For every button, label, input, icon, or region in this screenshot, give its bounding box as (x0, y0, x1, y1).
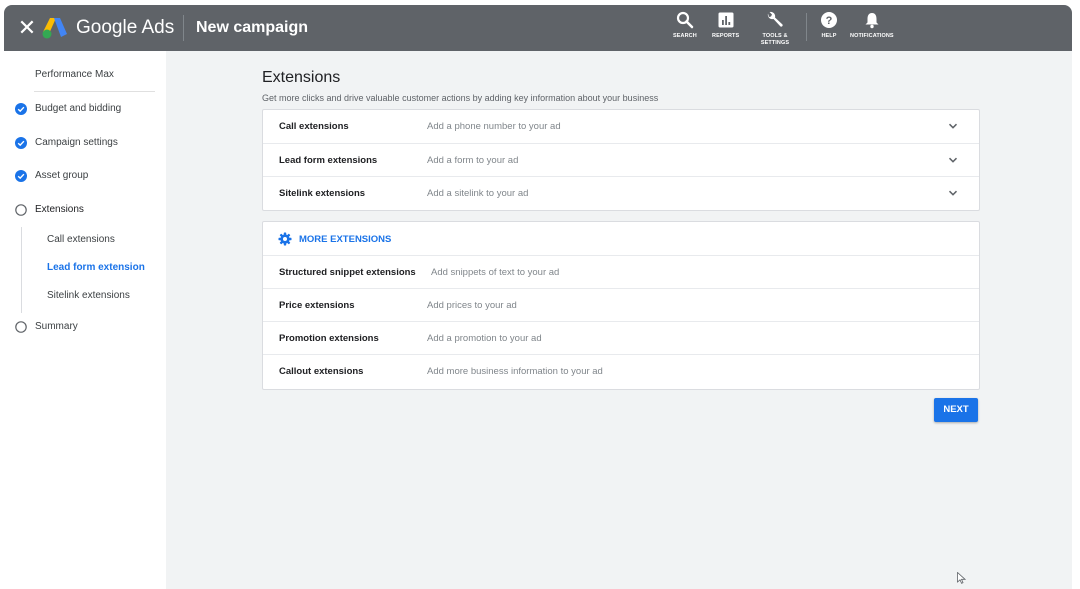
extension-row-price[interactable]: Price extensions Add prices to your ad (263, 288, 979, 322)
extension-desc: Add a promotion to your ad (427, 333, 542, 344)
gear-icon (278, 232, 292, 246)
step-extensions[interactable]: Extensions (4, 198, 166, 222)
extension-row-callout[interactable]: Callout extensions Add more business inf… (263, 354, 979, 388)
bell-icon (865, 13, 879, 29)
extension-desc: Add prices to your ad (427, 300, 517, 311)
section-subtitle: Get more clicks and drive valuable custo… (262, 93, 659, 103)
tools-settings-label: TOOLS & SETTINGS (760, 33, 790, 46)
help-icon: ? (821, 12, 837, 28)
step-asset-group[interactable]: Asset group (4, 164, 166, 188)
check-circle-icon (15, 103, 27, 115)
substep-label: Lead form extension (47, 262, 145, 273)
check-circle-icon (15, 137, 27, 149)
more-extensions-toggle[interactable]: MORE EXTENSIONS (263, 222, 979, 255)
extension-row-call[interactable]: Call extensions Add a phone number to yo… (263, 110, 979, 143)
search-label: SEARCH (673, 33, 697, 39)
extension-desc: Add a phone number to your ad (427, 121, 561, 132)
chevron-down-icon[interactable] (947, 187, 959, 199)
step-label: Campaign settings (35, 137, 118, 148)
step-budget-and-bidding[interactable]: Budget and bidding (4, 97, 166, 121)
substep-lead-form-extension[interactable]: Lead form extension (4, 256, 166, 280)
campaign-type-label: Performance Max (4, 63, 166, 87)
substep-label: Call extensions (47, 234, 115, 245)
step-label: Budget and bidding (35, 103, 122, 114)
page-title: New campaign (196, 19, 309, 36)
sidebar-divider (34, 91, 155, 92)
substep-call-extensions[interactable]: Call extensions (4, 228, 166, 252)
svg-text:?: ? (826, 15, 833, 27)
top-app-bar: ✕ Google Ads New campaign SEARCH REPORTS… (4, 5, 1072, 51)
reports-icon (718, 12, 734, 28)
step-label: Asset group (35, 170, 89, 181)
next-button[interactable]: NEXT (934, 398, 978, 422)
empty-circle-icon (15, 204, 27, 216)
wrench-icon (767, 11, 783, 27)
section-title: Extensions (262, 69, 341, 86)
substep-label: Sitelink extensions (47, 290, 130, 301)
help-label: HELP (821, 33, 837, 39)
more-extensions-card: MORE EXTENSIONS Structured snippet exten… (262, 221, 980, 390)
extensions-card: Call extensions Add a phone number to yo… (262, 109, 980, 211)
chevron-down-icon[interactable] (947, 154, 959, 166)
step-campaign-settings[interactable]: Campaign settings (4, 131, 166, 155)
substep-sitelink-extensions[interactable]: Sitelink extensions (4, 284, 166, 308)
check-circle-icon (15, 170, 27, 182)
reports-label: REPORTS (712, 33, 740, 39)
extension-name: Promotion extensions (279, 333, 379, 344)
extension-desc: Add more business information to your ad (427, 366, 603, 377)
tools-settings-button[interactable]: TOOLS & SETTINGS (759, 11, 791, 47)
extension-row-promotion[interactable]: Promotion extensions Add a promotion to … (263, 321, 979, 355)
extension-name: Sitelink extensions (279, 188, 366, 199)
campaign-steps-sidebar: Performance Max Budget and bidding Campa… (4, 51, 166, 589)
search-icon (676, 11, 694, 29)
reports-button[interactable]: REPORTS (712, 11, 739, 40)
brand-name: Google Ads (76, 17, 175, 38)
mouse-cursor-icon (957, 572, 966, 584)
extension-name: Call extensions (279, 121, 349, 132)
extension-row-sitelink[interactable]: Sitelink extensions Add a sitelink to yo… (263, 176, 979, 210)
header-divider (183, 15, 184, 41)
close-icon[interactable]: ✕ (14, 15, 40, 41)
extension-name: Structured snippet extensions (279, 267, 416, 278)
extension-desc: Add a form to your ad (427, 155, 519, 166)
step-summary[interactable]: Summary (4, 315, 166, 339)
header-divider (806, 13, 807, 41)
more-extensions-label: MORE EXTENSIONS (299, 234, 392, 245)
step-label: Summary (35, 321, 78, 332)
help-button[interactable]: ? HELP (820, 11, 838, 40)
extension-name: Lead form extensions (279, 155, 378, 166)
extension-desc: Add a sitelink to your ad (427, 188, 529, 199)
extension-row-lead-form[interactable]: Lead form extensions Add a form to your … (263, 143, 979, 177)
extension-row-structured-snippet[interactable]: Structured snippet extensions Add snippe… (263, 255, 979, 289)
extension-name: Callout extensions (279, 366, 364, 377)
step-label: Extensions (35, 204, 84, 215)
notifications-button[interactable]: NOTIFICATIONS (850, 11, 894, 40)
search-button[interactable]: SEARCH (673, 11, 697, 40)
notifications-label: NOTIFICATIONS (850, 33, 894, 39)
chevron-down-icon[interactable] (947, 120, 959, 132)
campaign-type-text: Performance Max (35, 69, 114, 80)
google-ads-logo (42, 18, 67, 39)
extension-desc: Add snippets of text to your ad (431, 267, 560, 278)
empty-circle-icon (15, 321, 27, 333)
app-window: ✕ Google Ads New campaign SEARCH REPORTS… (4, 5, 1072, 589)
extension-name: Price extensions (279, 300, 355, 311)
